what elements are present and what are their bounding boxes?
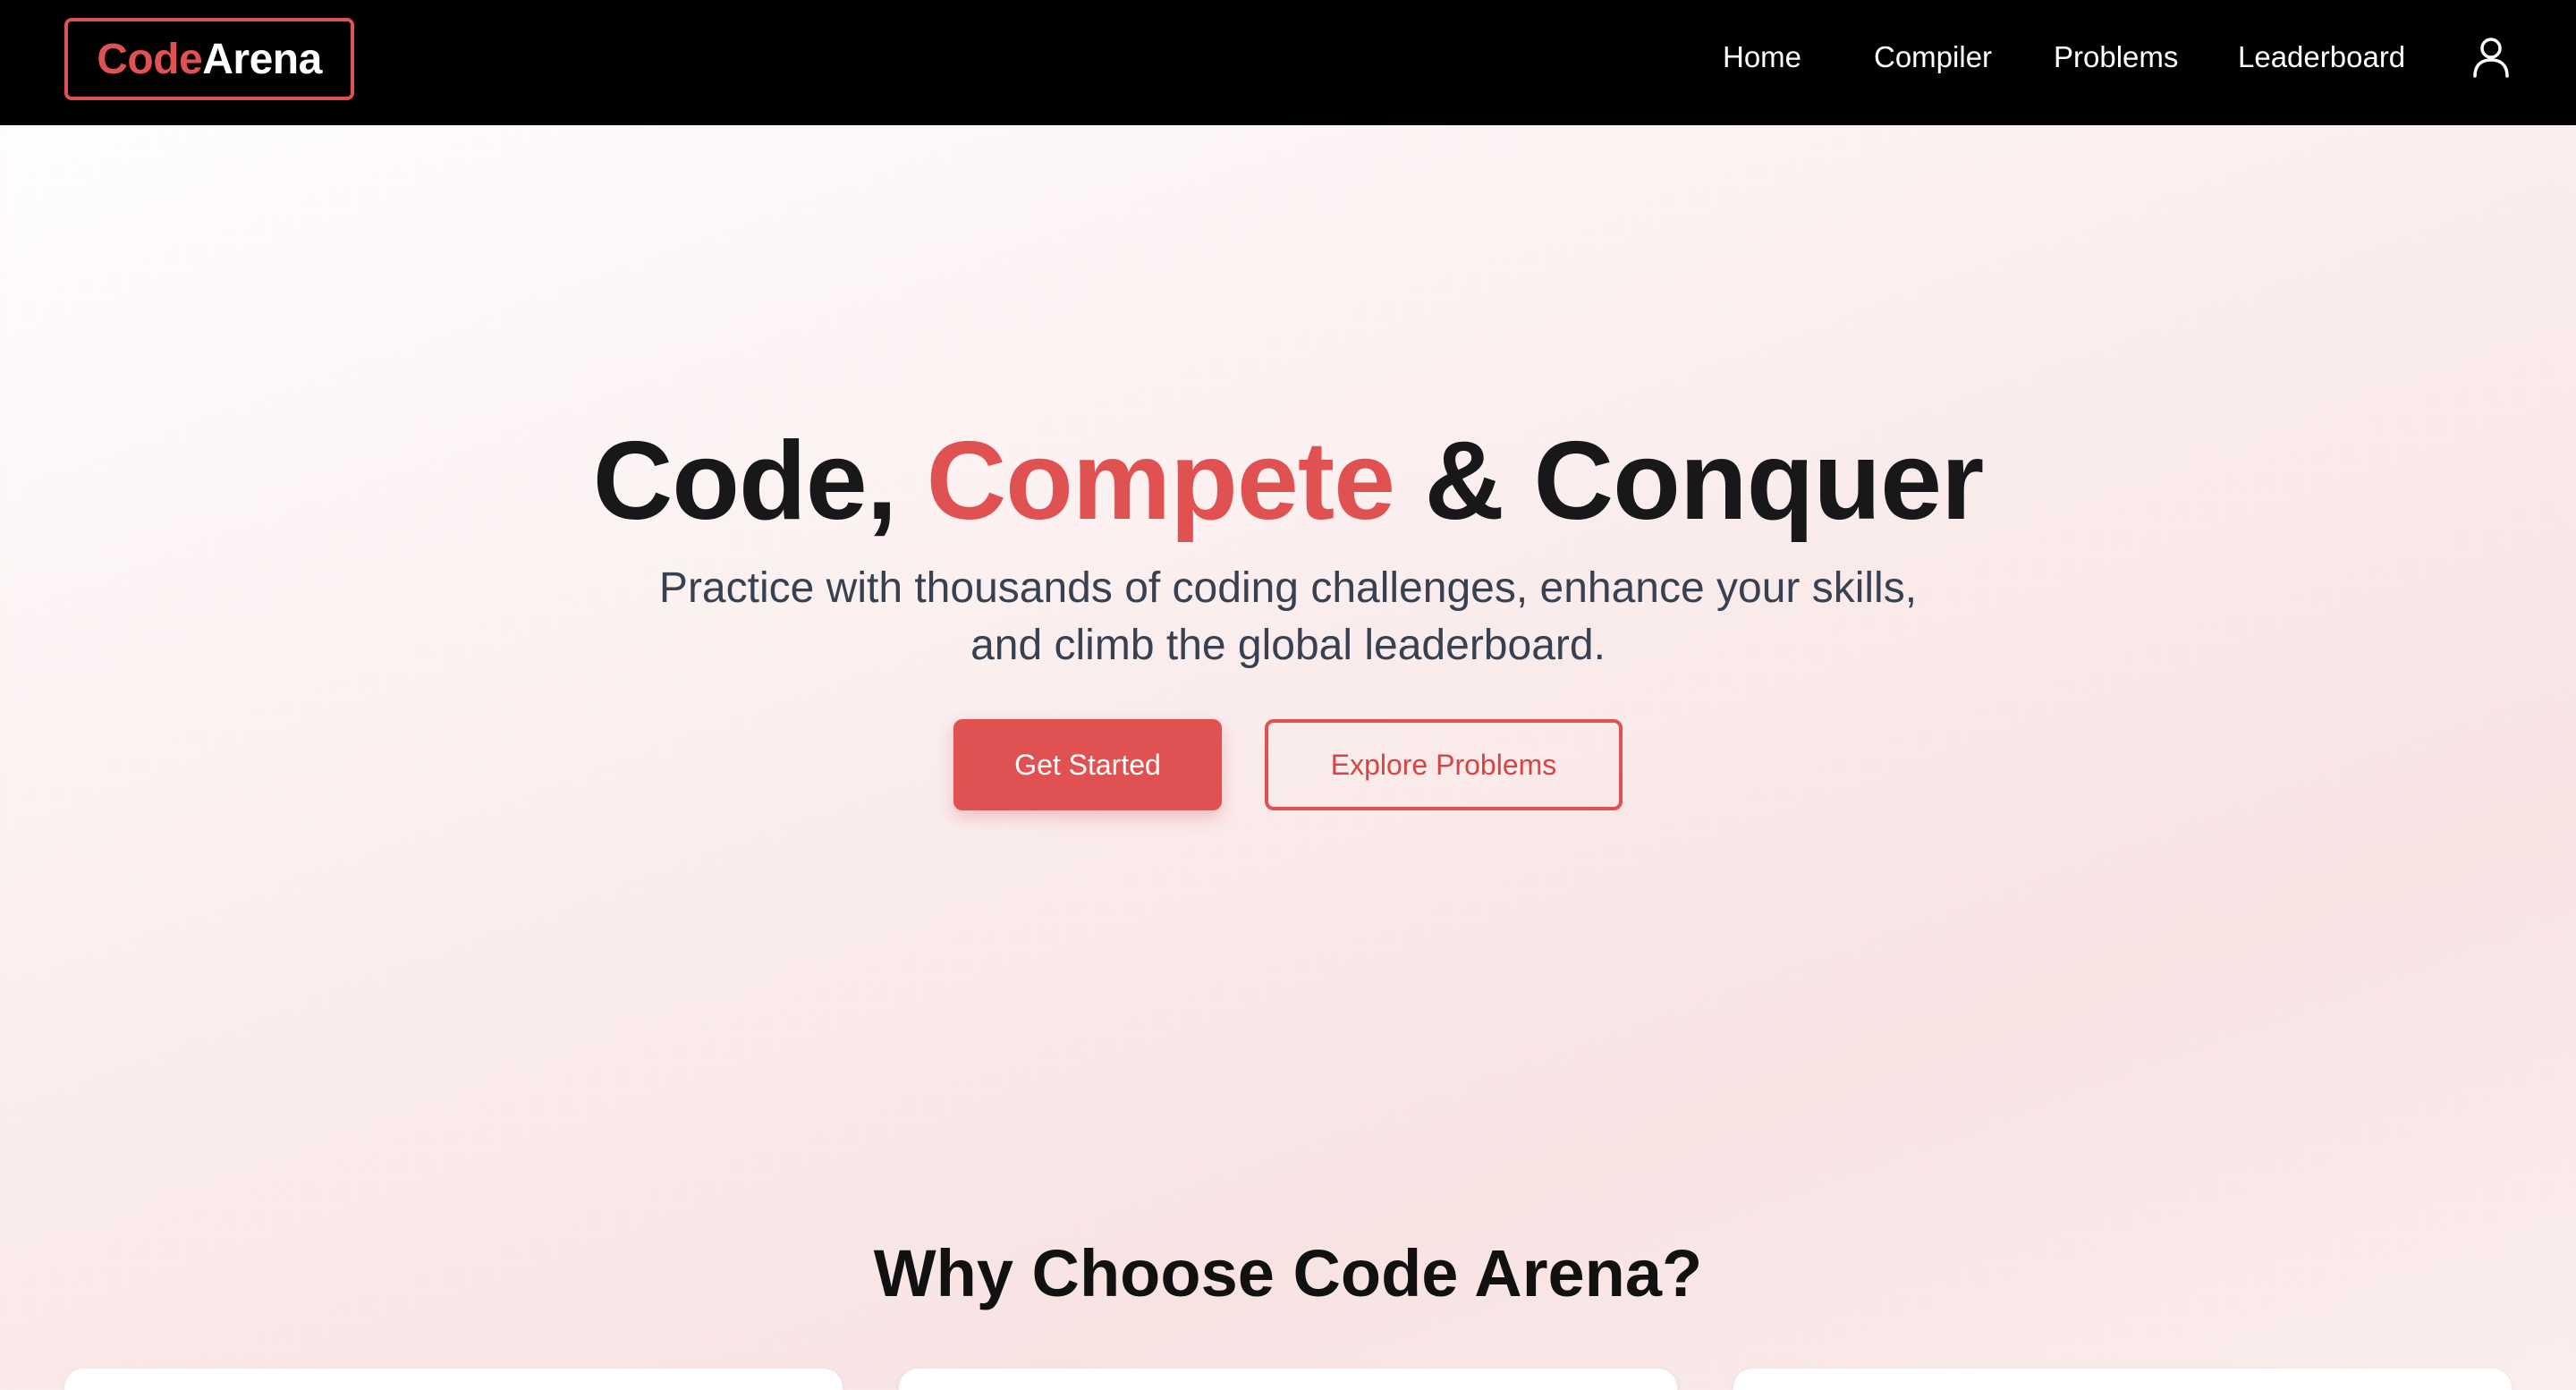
- top-navbar: Code Arena Home Compiler Problems Leaderb…: [0, 0, 2576, 125]
- brand-logo[interactable]: Code Arena: [64, 18, 354, 100]
- hero-title-part2: & Conquer: [1394, 420, 1985, 544]
- hero-title-part1: Code,: [592, 420, 927, 544]
- nav-home-link[interactable]: Home: [1723, 36, 1801, 79]
- feature-card: [899, 1369, 1677, 1390]
- user-icon-graphic: [2473, 38, 2509, 78]
- logo-arena-text: Arena: [202, 35, 322, 83]
- hero-subtitle: Practice with thousands of coding challe…: [483, 560, 2093, 674]
- user-icon[interactable]: [2469, 36, 2513, 81]
- feature-card: [1733, 1369, 2512, 1390]
- logo-code-text: Code: [97, 35, 203, 83]
- hero-title-accent: Compete: [926, 420, 1396, 544]
- nav-leaderboard-link[interactable]: Leaderboard: [2238, 36, 2405, 79]
- hero-subtitle-line1: Practice with thousands of coding challe…: [658, 564, 1918, 612]
- hero-subtitle-line2: and climb the global leaderboard.: [970, 622, 1606, 669]
- get-started-button[interactable]: Get Started: [953, 719, 1222, 810]
- nav-compiler-link[interactable]: Compiler: [1874, 36, 1992, 79]
- nav-problems-link[interactable]: Problems: [2054, 36, 2178, 79]
- features-section-title: Why Choose Code Arena?: [873, 1236, 1703, 1311]
- hero-title: Code, Compete & Conquer: [0, 423, 2576, 539]
- explore-problems-button[interactable]: Explore Problems: [1265, 719, 1623, 810]
- feature-card: [64, 1369, 843, 1390]
